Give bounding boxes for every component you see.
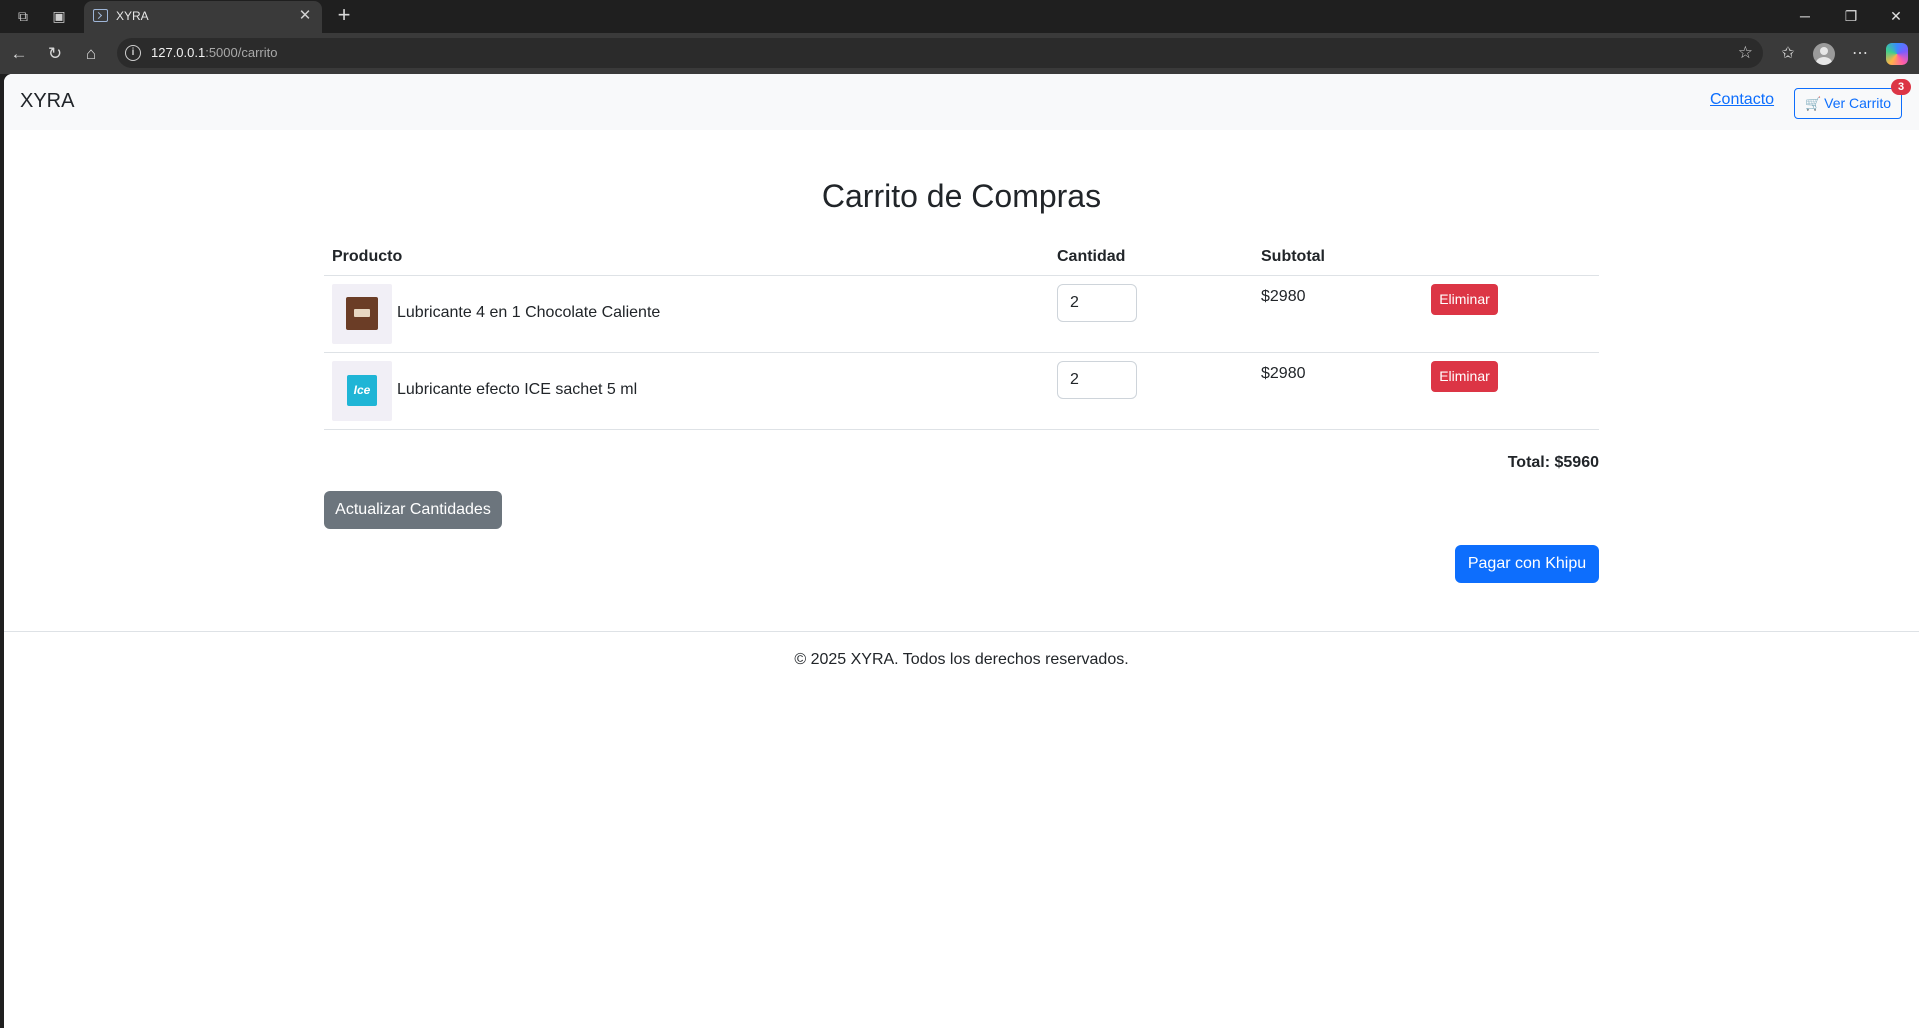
contact-link[interactable]: Contacto — [1710, 91, 1774, 109]
row-subtotal: $2980 — [1261, 365, 1306, 382]
header-quantity: Cantidad — [1057, 248, 1126, 265]
reload-icon[interactable]: ↻ — [44, 43, 66, 65]
cart-icon: 🛒 — [1804, 96, 1822, 111]
more-options-icon[interactable]: ⋯ — [1848, 42, 1872, 66]
restore-icon[interactable]: ❐ — [1831, 4, 1871, 28]
header-product: Producto — [332, 248, 403, 265]
site-brand[interactable]: XYRA — [20, 90, 74, 113]
quantity-input[interactable]: 2 — [1057, 361, 1137, 399]
quantity-input[interactable]: 2 — [1057, 284, 1137, 322]
url-path: :5000/carrito — [205, 45, 278, 60]
table-row: Lubricante 4 en 1 Chocolate Caliente 2 $… — [324, 276, 1599, 353]
home-icon[interactable]: ⌂ — [80, 43, 102, 65]
view-cart-label: Ver Carrito — [1824, 95, 1892, 111]
minimize-icon[interactable]: ─ — [1785, 4, 1825, 28]
update-quantities-button[interactable]: Actualizar Cantidades — [324, 491, 502, 529]
product-name: Lubricante efecto ICE sachet 5 ml — [397, 381, 638, 398]
terminal-favicon-icon — [93, 9, 108, 22]
page-title: Carrito de Compras — [821, 178, 1102, 214]
url-text: 127.0.0.1:5000/carrito — [151, 45, 277, 60]
pay-khipu-button[interactable]: Pagar con Khipu — [1455, 545, 1599, 583]
row-subtotal: $2980 — [1261, 288, 1306, 305]
product-image — [332, 284, 392, 344]
site-navbar: XYRA Contacto 🛒 Ver Carrito 3 — [4, 74, 1919, 130]
view-cart-button[interactable]: 🛒 Ver Carrito — [1794, 88, 1902, 119]
footer-divider — [4, 631, 1919, 632]
cart-total: Total: $5960 — [1507, 454, 1599, 471]
chocolate-lubricant-image — [346, 297, 378, 330]
product-image: Ice — [332, 361, 392, 421]
browser-toolbar: ← ↻ ⌂ i 127.0.0.1:5000/carrito ☆ ✩ ⋯ — [0, 33, 1919, 74]
address-bar[interactable]: i 127.0.0.1:5000/carrito ☆ — [117, 38, 1763, 68]
tab-actions-icon[interactable]: ▣ — [49, 6, 69, 26]
window-close-icon[interactable]: ✕ — [1876, 4, 1916, 28]
url-host: 127.0.0.1 — [151, 45, 206, 60]
workspaces-icon[interactable]: ⧉ — [13, 6, 33, 26]
page-viewport: XYRA Contacto 🛒 Ver Carrito 3 Carrito de … — [4, 74, 1919, 1028]
ice-lubricant-image: Ice — [347, 375, 377, 406]
back-icon[interactable]: ← — [8, 43, 30, 65]
table-row: Ice Lubricante efecto ICE sachet 5 ml 2 … — [324, 353, 1599, 430]
profile-avatar[interactable] — [1813, 43, 1835, 65]
header-subtotal: Subtotal — [1261, 248, 1325, 265]
tab-title: XYRA — [116, 9, 149, 23]
site-info-icon[interactable]: i — [125, 45, 141, 61]
remove-button[interactable]: Eliminar — [1431, 284, 1498, 315]
table-header: Producto Cantidad Subtotal — [324, 238, 1599, 276]
favorite-star-icon[interactable]: ☆ — [1738, 43, 1753, 63]
new-tab-button[interactable]: + — [332, 4, 356, 28]
favorites-icon[interactable]: ✩ — [1776, 42, 1800, 66]
footer-text: © 2025 XYRA. Todos los derechos reservad… — [794, 651, 1129, 668]
cart-table: Producto Cantidad Subtotal Lubricante 4 … — [324, 238, 1599, 430]
product-name: Lubricante 4 en 1 Chocolate Caliente — [397, 304, 661, 321]
copilot-icon[interactable] — [1886, 43, 1908, 65]
browser-tab[interactable]: XYRA ✕ — [84, 1, 322, 33]
remove-button[interactable]: Eliminar — [1431, 361, 1498, 392]
cart-count-badge: 3 — [1891, 79, 1911, 95]
tab-close-icon[interactable]: ✕ — [296, 7, 314, 25]
browser-tab-strip: ⧉ ▣ XYRA ✕ + ─ ❐ ✕ — [0, 0, 1919, 33]
